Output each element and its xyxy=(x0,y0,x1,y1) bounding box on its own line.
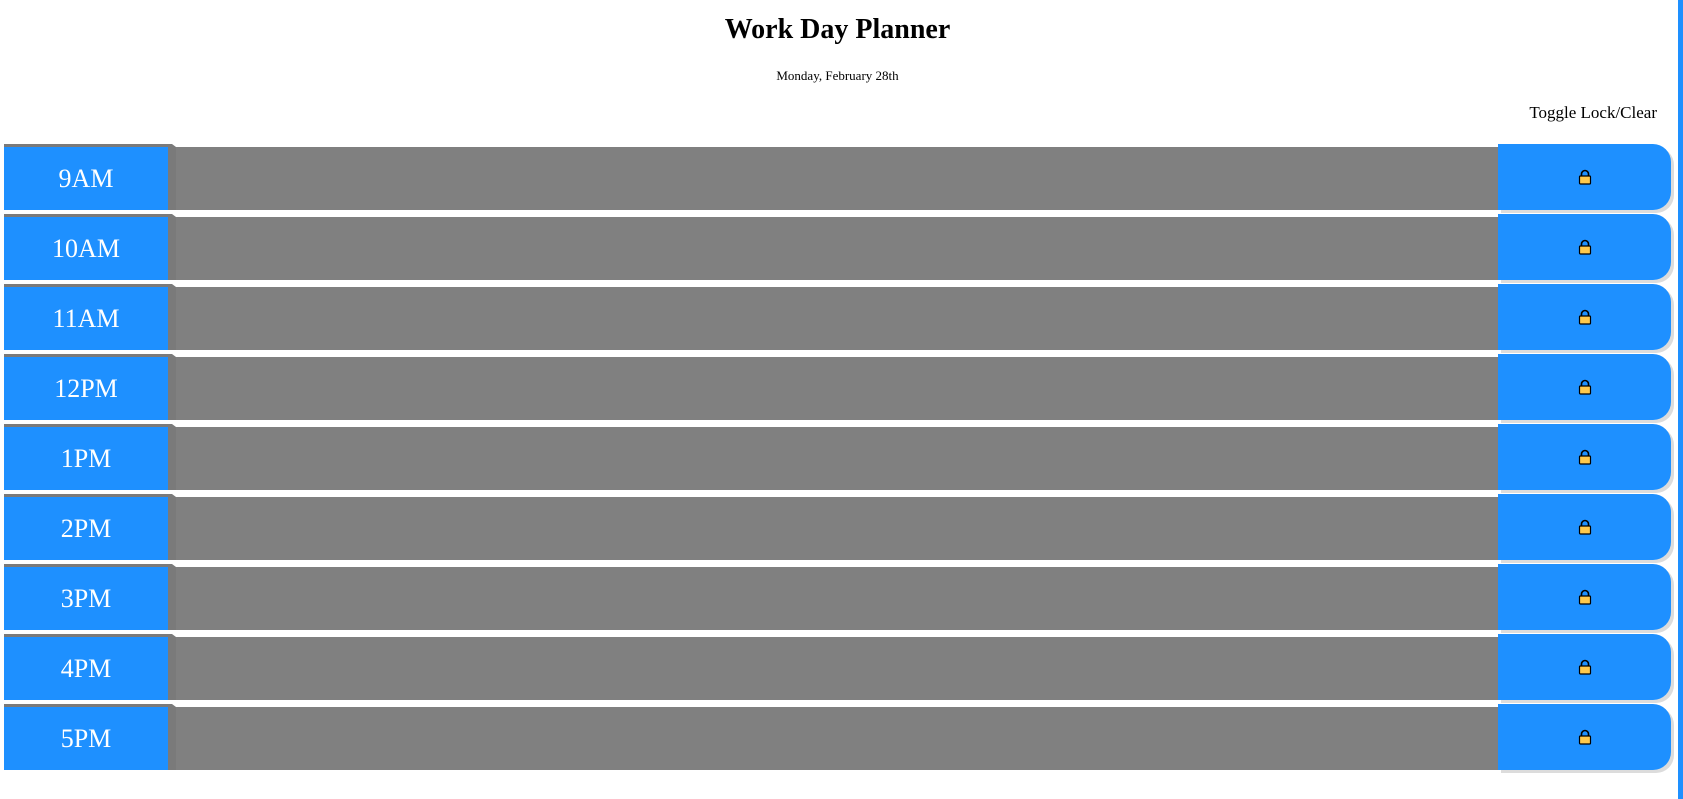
task-input[interactable] xyxy=(172,144,1498,210)
task-input[interactable] xyxy=(172,704,1498,770)
hour-label: 12PM xyxy=(4,354,172,420)
toggle-lock-clear-label: Toggle Lock/Clear xyxy=(1529,103,1657,122)
lock-icon xyxy=(1578,449,1591,465)
hour-label: 2PM xyxy=(4,494,172,560)
hour-label: 10AM xyxy=(4,214,172,280)
lock-button[interactable] xyxy=(1498,494,1671,560)
lock-button[interactable] xyxy=(1498,704,1671,770)
current-date: Monday, February 28th xyxy=(776,68,899,83)
task-input[interactable] xyxy=(172,564,1498,630)
page-title: Work Day Planner xyxy=(724,14,951,45)
lock-icon xyxy=(1578,589,1591,605)
lock-icon xyxy=(1578,309,1591,325)
task-input[interactable] xyxy=(172,214,1498,280)
time-block-row: 1PM xyxy=(4,424,1671,490)
hour-label: 4PM xyxy=(4,634,172,700)
lock-icon xyxy=(1578,519,1591,535)
time-block-row: 11AM xyxy=(4,284,1671,350)
lock-icon xyxy=(1578,379,1591,395)
lock-icon xyxy=(1578,729,1591,745)
task-input[interactable] xyxy=(172,494,1498,560)
time-block-row: 2PM xyxy=(4,494,1671,560)
lock-button[interactable] xyxy=(1498,284,1671,350)
task-input[interactable] xyxy=(172,284,1498,350)
lock-button[interactable] xyxy=(1498,214,1671,280)
lock-button[interactable] xyxy=(1498,564,1671,630)
time-block-row: 12PM xyxy=(4,354,1671,420)
task-input[interactable] xyxy=(172,634,1498,700)
lock-button[interactable] xyxy=(1498,354,1671,420)
hour-label: 9AM xyxy=(4,144,172,210)
task-input[interactable] xyxy=(172,424,1498,490)
header: Work Day Planner Monday, February 28th T… xyxy=(0,0,1683,140)
planner-page: Work Day Planner Monday, February 28th T… xyxy=(0,0,1683,799)
hour-label: 1PM xyxy=(4,424,172,490)
time-block-row: 3PM xyxy=(4,564,1671,630)
lock-icon xyxy=(1578,169,1591,185)
time-block-row: 10AM xyxy=(4,214,1671,280)
task-input[interactable] xyxy=(172,354,1498,420)
lock-icon xyxy=(1578,239,1591,255)
hour-label: 5PM xyxy=(4,704,172,770)
lock-button[interactable] xyxy=(1498,634,1671,700)
time-block-list: 9AM 10AM 11AM 12PM 1PM 2PM 3PM 4PM 5PM xyxy=(4,144,1671,774)
time-block-row: 4PM xyxy=(4,634,1671,700)
hour-label: 3PM xyxy=(4,564,172,630)
window-edge-strip xyxy=(1678,0,1683,799)
time-block-row: 9AM xyxy=(4,144,1671,210)
lock-button[interactable] xyxy=(1498,424,1671,490)
hour-label: 11AM xyxy=(4,284,172,350)
time-block-row: 5PM xyxy=(4,704,1671,770)
lock-icon xyxy=(1578,659,1591,675)
lock-button[interactable] xyxy=(1498,144,1671,210)
